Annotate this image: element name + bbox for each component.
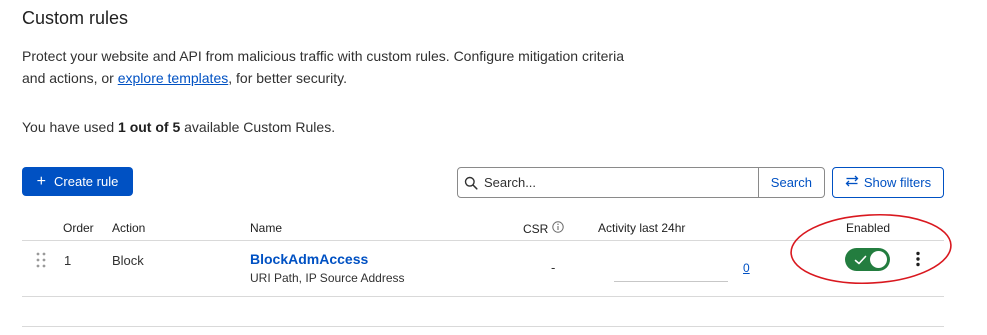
- rule-name-link[interactable]: BlockAdmAccess: [250, 251, 368, 267]
- activity-sparkline: [614, 281, 728, 282]
- column-header-order[interactable]: Order: [63, 221, 94, 235]
- column-header-enabled: Enabled: [846, 221, 891, 235]
- usage-prefix: You have used: [22, 119, 119, 135]
- show-filters-button[interactable]: Show filters: [832, 167, 944, 198]
- search-box: Search: [457, 167, 825, 198]
- rule-csr: -: [551, 260, 556, 275]
- column-header-csr: CSR: [523, 221, 565, 236]
- rule-action: Block: [112, 253, 144, 268]
- row-divider: [22, 296, 944, 297]
- footer-divider: [22, 326, 944, 327]
- drag-handle-icon[interactable]: [35, 251, 47, 269]
- rule-subtitle: URI Path, IP Source Address: [250, 271, 405, 285]
- activity-count-link[interactable]: 0: [743, 261, 750, 275]
- info-icon[interactable]: [552, 221, 565, 236]
- check-icon: [854, 253, 867, 271]
- column-header-name[interactable]: Name: [250, 221, 282, 235]
- plus-icon: +: [36, 172, 47, 190]
- search-icon: [458, 176, 484, 190]
- header-divider: [22, 240, 944, 241]
- swap-arrows-icon: [845, 175, 859, 190]
- search-button[interactable]: Search: [757, 168, 824, 197]
- kebab-menu-icon[interactable]: [910, 250, 926, 268]
- create-rule-button[interactable]: + Create rule: [22, 167, 133, 196]
- toggle-knob: [870, 251, 887, 268]
- rule-order: 1: [64, 253, 72, 268]
- usage-count: 1 out of 5: [118, 119, 181, 135]
- column-header-activity: Activity last 24hr: [598, 221, 686, 235]
- search-input[interactable]: [484, 175, 756, 190]
- page-title: Custom rules: [22, 8, 129, 28]
- show-filters-label: Show filters: [863, 175, 932, 190]
- usage-suffix: available Custom Rules.: [180, 119, 336, 135]
- rule-enabled-toggle[interactable]: [845, 248, 890, 271]
- usage-summary: You have used 1 out of 5 available Custo…: [22, 119, 335, 135]
- explore-templates-link[interactable]: explore templates: [118, 70, 229, 86]
- column-header-action[interactable]: Action: [112, 221, 145, 235]
- create-rule-label: Create rule: [54, 174, 119, 189]
- description-text-end: , for better security.: [228, 70, 348, 86]
- column-header-csr-label: CSR: [523, 221, 549, 236]
- page-description: Protect your website and API from malici…: [22, 45, 642, 89]
